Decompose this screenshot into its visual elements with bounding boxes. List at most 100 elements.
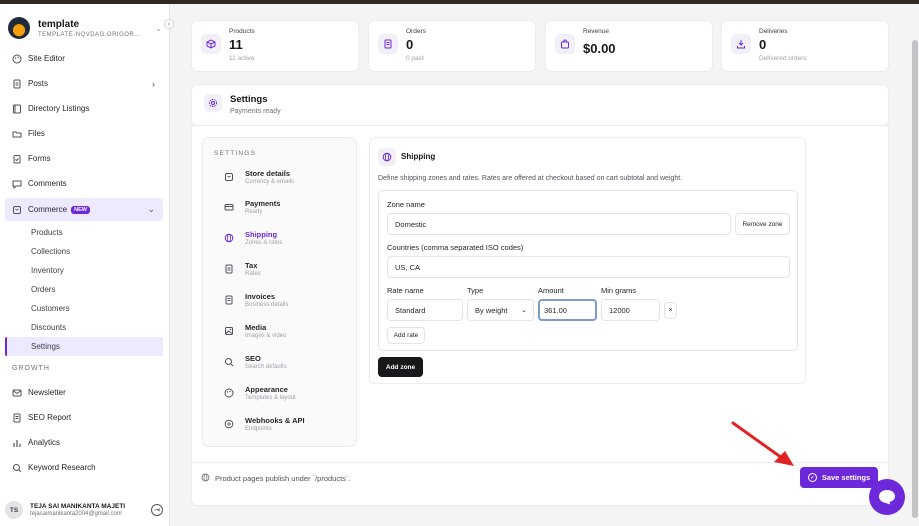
chat-bubble-icon (879, 490, 895, 505)
sidebar-subitem-customers[interactable]: Customers (5, 299, 163, 318)
bag-icon (555, 34, 575, 54)
settings-nav-sub: Rates (245, 271, 261, 277)
tax-icon (224, 264, 234, 274)
stat-label: Orders (406, 28, 426, 35)
save-settings-button[interactable]: ✓ Save settings (800, 467, 878, 488)
card-icon (224, 202, 234, 212)
sidebar-item-label: Commerce (28, 205, 68, 214)
annotation-arrow (731, 421, 794, 466)
settings-nav-sub: Endpoints (245, 426, 272, 432)
stat-value: 11 (229, 37, 243, 52)
sidebar: template TEMPLATE-NQVDAG.ORIGOR... ⌄ Sit… (0, 4, 170, 526)
invoice-icon (224, 295, 234, 305)
min-grams-input[interactable]: 12000 (601, 299, 660, 321)
settings-nav-title: Media (245, 323, 267, 332)
sidebar-subitem-products[interactable]: Products (5, 223, 163, 242)
site-switcher[interactable]: template TEMPLATE-NQVDAG.ORIGOR... ⌄ (8, 12, 162, 44)
settings-nav-invoices[interactable]: Invoices Business details (220, 290, 350, 314)
sidebar-item-label: Analytics (28, 438, 61, 447)
gear-icon (204, 94, 222, 112)
sidebar-item-label: SEO Report (28, 413, 72, 422)
site-name: template (38, 18, 80, 30)
add-rate-button[interactable]: Add rate (387, 327, 425, 344)
type-select[interactable]: By weight ⌄ (467, 299, 534, 321)
footer-note: Product pages publish under `/products`. (201, 473, 351, 484)
sidebar-item-posts[interactable]: Posts › (5, 71, 163, 96)
settings-nav-sub: Zones & rates (245, 240, 283, 246)
sidebar-item-analytics[interactable]: Analytics (5, 430, 163, 455)
store-icon (224, 172, 234, 182)
stat-sub: 11 active (229, 55, 255, 62)
settings-nav-shipping[interactable]: Shipping Zones & rates (220, 228, 350, 252)
clipboard-icon (12, 154, 22, 164)
image-icon (224, 326, 234, 336)
sidebar-subitem-collections[interactable]: Collections (5, 242, 163, 261)
stat-value: 0 (759, 37, 767, 52)
settings-nav-payments[interactable]: Payments Ready (220, 197, 350, 221)
type-select-value: By weight (475, 305, 508, 315)
settings-header: Settings Payments ready (191, 84, 889, 126)
settings-nav: SETTINGS Store details Currency & emails… (202, 137, 357, 447)
user-name: TEJA SAI MANIKANTA MAJETI (30, 503, 126, 510)
stat-label: Deliveries (759, 28, 788, 35)
user-email: tejasaimanikanta2004@gmail.com (30, 511, 122, 517)
settings-nav-sub: Business details (245, 302, 289, 308)
sidebar-subitem-settings[interactable]: Settings (5, 337, 163, 356)
settings-nav-webhooks-api[interactable]: Webhooks & API Endpoints (220, 414, 350, 438)
sidebar-item-directory-listings[interactable]: Directory Listings (5, 96, 163, 121)
globe-icon (201, 473, 210, 484)
min-grams-label: Min grams (601, 286, 637, 295)
sidebar-item-keyword-research[interactable]: Keyword Research (5, 455, 163, 480)
sidebar-subitem-discounts[interactable]: Discounts (5, 318, 163, 337)
amount-input[interactable]: 361.00 (538, 299, 597, 321)
sidebar-item-commerce[interactable]: Commerce NEW ⌄ (5, 198, 163, 221)
stat-card-orders: Orders 0 0 paid (368, 20, 536, 72)
settings-nav-appearance[interactable]: Appearance Templates & layout (220, 383, 350, 407)
sidebar-item-comments[interactable]: Comments (5, 171, 163, 196)
mail-icon (12, 388, 22, 398)
rate-name-input[interactable]: Standard (387, 299, 463, 321)
rate-name-label: Rate name (387, 286, 424, 295)
growth-section-label: GROWTH (12, 364, 50, 372)
sidebar-item-label: Comments (28, 179, 67, 188)
palette-icon (224, 388, 234, 398)
chat-widget-button[interactable] (869, 479, 905, 515)
settings-nav-seo[interactable]: SEO Search defaults (220, 352, 350, 376)
chevron-down-icon: ⌄ (147, 204, 155, 214)
settings-nav-title: Shipping (245, 230, 278, 239)
sidebar-item-files[interactable]: Files (5, 121, 163, 146)
sidebar-item-seo-report[interactable]: SEO Report (5, 405, 163, 430)
search-icon (12, 463, 22, 473)
zone-name-label: Zone name (387, 200, 425, 209)
settings-nav-title: Store details (245, 169, 291, 178)
remove-zone-button[interactable]: Remove zone (735, 213, 790, 235)
settings-nav-tax[interactable]: Tax Rates (220, 259, 350, 283)
sidebar-item-newsletter[interactable]: Newsletter (5, 380, 163, 405)
logout-icon[interactable]: ⇥ (151, 504, 163, 516)
settings-nav-sub: Currency & emails (245, 179, 295, 185)
stat-label: Products (229, 28, 255, 35)
chevron-updown-icon: ⌄ (155, 23, 162, 33)
download-icon (731, 34, 751, 54)
add-zone-button[interactable]: Add zone (378, 357, 423, 377)
stat-value: $0.00 (583, 41, 616, 56)
stat-sub: 0 paid (406, 55, 424, 62)
sidebar-subitem-inventory[interactable]: Inventory (5, 261, 163, 280)
sidebar-item-site-editor[interactable]: Site Editor (5, 46, 163, 71)
scrollbar[interactable] (912, 40, 918, 518)
user-account[interactable]: TS TEJA SAI MANIKANTA MAJETI tejasaimani… (5, 498, 163, 522)
countries-input[interactable]: US, CA (387, 256, 790, 278)
settings-nav-media[interactable]: Media Images & video (220, 321, 350, 345)
countries-label: Countries (comma separated ISO codes) (387, 243, 524, 252)
chart-icon (12, 438, 22, 448)
sidebar-item-label: Newsletter (28, 388, 66, 397)
comment-icon (12, 179, 22, 189)
sidebar-subitem-orders[interactable]: Orders (5, 280, 163, 299)
settings-nav-store-details[interactable]: Store details Currency & emails (220, 167, 350, 191)
sidebar-item-forms[interactable]: Forms (5, 146, 163, 171)
zone-name-input[interactable]: Domestic (387, 213, 731, 235)
report-icon (12, 413, 22, 423)
remove-rate-button[interactable]: × (664, 302, 677, 319)
sidebar-collapse-button[interactable]: ‹ (164, 19, 174, 29)
search-icon (224, 357, 234, 367)
